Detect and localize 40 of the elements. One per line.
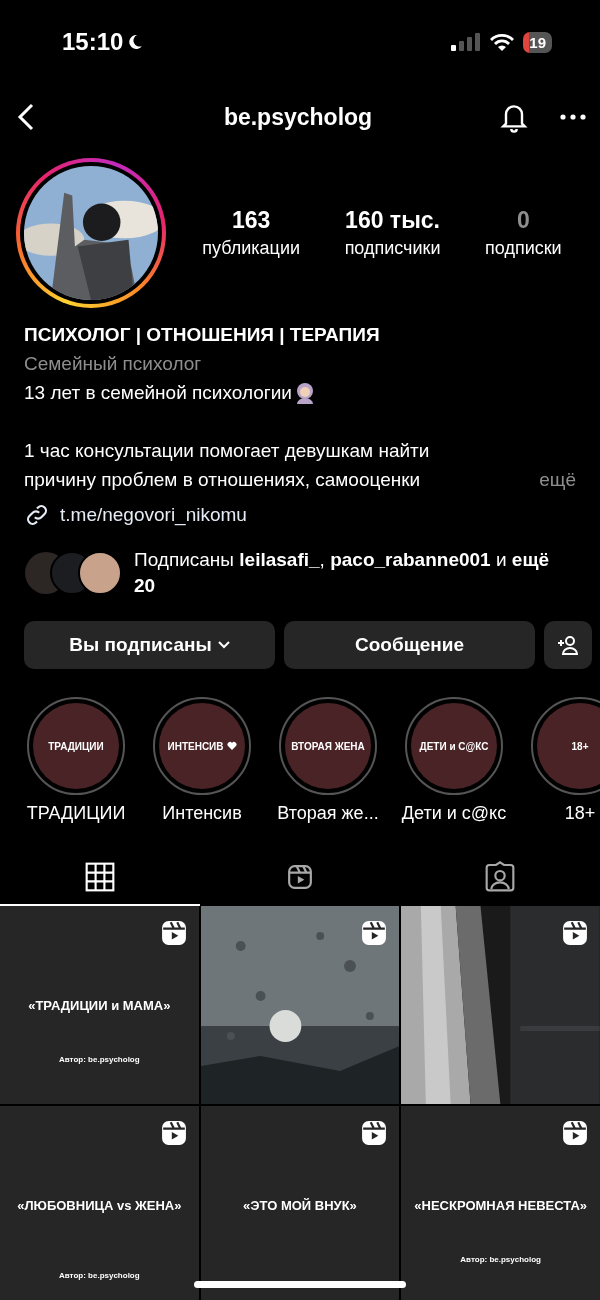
following-button[interactable]: Вы подписаны xyxy=(24,621,275,669)
post-tile[interactable]: «ЛЮБОВНИЦА vs ЖЕНА» Автор: be.psycholog xyxy=(0,1106,199,1300)
signal-icon xyxy=(451,33,482,51)
profile-username: be.psycholog xyxy=(222,103,374,131)
profile-category: Семейный психолог xyxy=(24,352,203,376)
battery-indicator: 19 xyxy=(523,31,552,53)
stat-label[interactable]: подписки xyxy=(485,238,562,259)
person-tag-icon xyxy=(484,861,516,893)
wifi-icon xyxy=(489,33,516,51)
reel-icon xyxy=(562,1120,588,1146)
profile-link[interactable]: t.me/negovori_nikomu xyxy=(60,500,247,529)
reel-icon xyxy=(361,1120,388,1146)
more-icon[interactable] xyxy=(560,113,586,121)
stat-count: 160 тыс. xyxy=(345,207,440,234)
message-button[interactable]: Сообщение xyxy=(284,621,535,669)
stat-label[interactable]: публикации xyxy=(202,238,300,259)
add-person-icon xyxy=(556,634,580,656)
status-time: 15:10 xyxy=(62,28,124,56)
add-person-button[interactable] xyxy=(544,621,592,669)
post-tile[interactable]: «ТРАДИЦИИ и МАМА» Автор: be.psycholog xyxy=(0,906,199,1104)
bio-text: 13 лет в семейной психологии xyxy=(24,381,292,405)
reel-icon xyxy=(287,864,313,890)
post-tile[interactable]: «НЕСКРОМНАЯ НЕВЕСТА» Автор: be.psycholog xyxy=(401,1106,600,1300)
bio-text: 1 час консультации помогает девушкам найти xyxy=(24,439,431,463)
reel-icon xyxy=(160,1120,187,1146)
post-tile[interactable]: «ЭТО МОЙ ВНУК» xyxy=(200,1106,400,1300)
bio-text: причину проблем в отношениях, самооценки xyxy=(24,468,421,492)
stat-label[interactable]: подписчики xyxy=(344,238,441,259)
more-link[interactable]: ещё xyxy=(539,465,576,494)
heart-icon xyxy=(226,741,237,751)
reel-icon xyxy=(361,920,388,946)
chevron-down-icon xyxy=(217,641,230,649)
profile-headline: ПСИХОЛОГ | ОТНОШЕНИЯ | ТЕРАПИЯ xyxy=(24,323,381,347)
stat-count: 163 xyxy=(231,207,271,234)
reel-icon xyxy=(160,920,187,946)
grid-icon xyxy=(84,861,116,893)
stat-count: 0 xyxy=(516,207,530,234)
reel-icon xyxy=(562,920,588,946)
followed-by-text[interactable]: Подписаны leilasafi_, paco_rabanne001 и ещё 20 xyxy=(134,547,554,599)
moon-icon xyxy=(127,34,144,50)
